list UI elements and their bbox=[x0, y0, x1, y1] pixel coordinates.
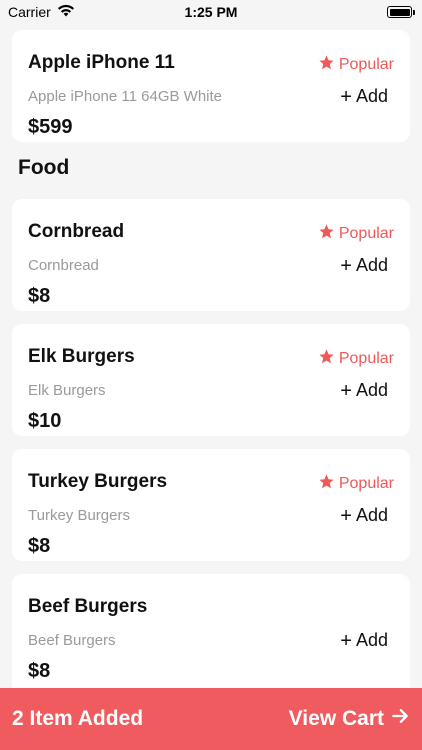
product-subtitle: Cornbread bbox=[28, 257, 99, 274]
star-icon bbox=[318, 473, 335, 495]
star-icon bbox=[318, 223, 335, 245]
plus-icon: + bbox=[340, 504, 352, 527]
popular-label: Popular bbox=[338, 350, 394, 367]
popular-badge: Popular bbox=[318, 473, 394, 495]
product-card[interactable]: Apple iPhone 11 Popular Apple iPhone 11 … bbox=[12, 30, 410, 142]
popular-label: Popular bbox=[338, 225, 394, 242]
product-price: $8 bbox=[28, 535, 51, 557]
status-bar: Carrier 1:25 PM bbox=[0, 0, 422, 24]
product-card[interactable]: Cornbread Popular Cornbread + Add $8 bbox=[12, 199, 410, 311]
product-title: Cornbread bbox=[28, 221, 125, 242]
add-button[interactable]: + Add bbox=[340, 630, 388, 651]
plus-icon: + bbox=[340, 629, 352, 652]
add-button[interactable]: + Add bbox=[340, 86, 388, 107]
product-subtitle: Beef Burgers bbox=[28, 632, 116, 649]
product-subtitle: Elk Burgers bbox=[28, 382, 106, 399]
star-icon bbox=[318, 54, 335, 76]
product-title: Apple iPhone 11 bbox=[28, 52, 175, 73]
product-subtitle: Apple iPhone 11 64GB White bbox=[28, 88, 223, 105]
popular-label: Popular bbox=[338, 56, 394, 73]
product-subtitle: Turkey Burgers bbox=[28, 507, 130, 524]
popular-badge: Popular bbox=[318, 348, 394, 370]
product-price: $10 bbox=[28, 410, 62, 432]
product-card[interactable]: Beef Burgers Beef Burgers + Add $8 bbox=[12, 574, 410, 704]
add-label: Add bbox=[355, 380, 388, 400]
popular-badge: Popular bbox=[318, 223, 394, 245]
add-button[interactable]: + Add bbox=[340, 380, 388, 401]
add-button[interactable]: + Add bbox=[340, 255, 388, 276]
add-label: Add bbox=[355, 630, 388, 650]
add-label: Add bbox=[355, 255, 388, 275]
plus-icon: + bbox=[340, 379, 352, 402]
add-label: Add bbox=[355, 505, 388, 525]
wifi-icon bbox=[57, 4, 75, 20]
view-cart-label: View Cart bbox=[288, 707, 384, 730]
battery-icon bbox=[387, 6, 415, 18]
product-price: $8 bbox=[28, 660, 51, 682]
section-title-food: Food bbox=[18, 156, 70, 179]
add-button[interactable]: + Add bbox=[340, 505, 388, 526]
product-price: $8 bbox=[28, 285, 51, 307]
add-label: Add bbox=[355, 86, 388, 106]
items-added-label: 2 Item Added bbox=[12, 707, 144, 730]
popular-badge: Popular bbox=[318, 54, 394, 76]
plus-icon: + bbox=[340, 254, 352, 277]
carrier-label: Carrier bbox=[8, 4, 51, 20]
popular-label: Popular bbox=[338, 475, 394, 492]
product-card[interactable]: Elk Burgers Popular Elk Burgers + Add $1… bbox=[12, 324, 410, 436]
plus-icon: + bbox=[340, 85, 352, 108]
product-title: Turkey Burgers bbox=[28, 471, 168, 492]
status-left: Carrier bbox=[8, 4, 75, 20]
arrow-right-icon bbox=[390, 706, 410, 732]
product-title: Elk Burgers bbox=[28, 346, 135, 367]
product-price: $599 bbox=[28, 116, 73, 138]
product-card[interactable]: Turkey Burgers Popular Turkey Burgers + … bbox=[12, 449, 410, 561]
product-title: Beef Burgers bbox=[28, 596, 148, 617]
star-icon bbox=[318, 348, 335, 370]
cart-bar: 2 Item Added View Cart bbox=[0, 688, 422, 750]
view-cart-button[interactable]: View Cart bbox=[289, 706, 410, 732]
